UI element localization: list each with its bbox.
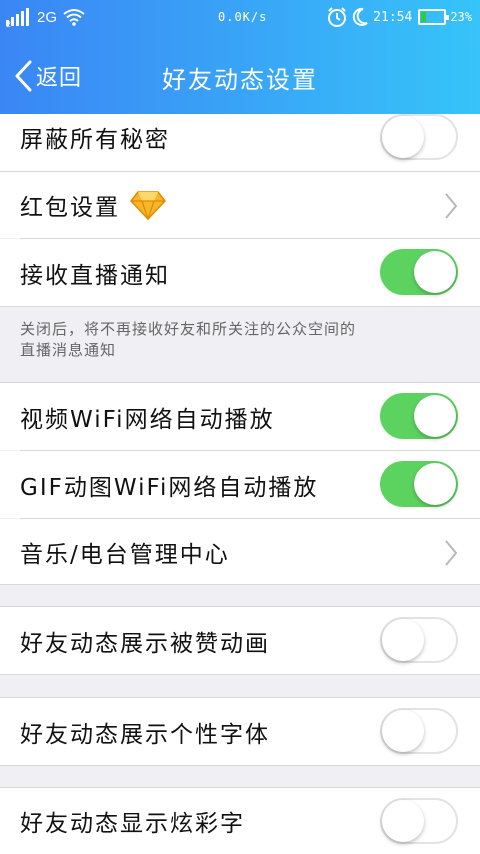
live-notify-toggle[interactable]	[380, 249, 458, 295]
setting-row-custom-font[interactable]: 好友动态展示个性字体	[0, 698, 480, 765]
divider	[0, 584, 480, 585]
divider	[0, 765, 480, 766]
sim-index: 2	[6, 20, 12, 29]
like-animation-toggle[interactable]	[380, 617, 458, 663]
chevron-right-icon	[445, 540, 458, 566]
note-line-1: 关闭后，将不再接收好友和所关注的公众空间的	[20, 320, 357, 338]
signal-icon: 2	[6, 8, 33, 29]
setting-label: 好友动态展示个性字体	[20, 721, 270, 748]
setting-label: 音乐/电台管理中心	[20, 541, 230, 568]
setting-label: 红包设置	[20, 195, 120, 221]
clock: 21:54	[373, 9, 413, 25]
setting-label: 视频WiFi网络自动播放	[20, 406, 275, 433]
wifi-icon	[63, 9, 85, 26]
battery-icon	[418, 9, 450, 25]
setting-row-hide-secrets[interactable]: 屏蔽所有秘密	[0, 114, 480, 171]
setting-row-red-packet[interactable]: 红包设置	[0, 172, 480, 238]
title-bar: 返回 好友动态设置	[0, 44, 480, 108]
setting-label: 接收直播通知	[20, 262, 170, 289]
setting-label: 好友动态展示被赞动画	[20, 630, 270, 657]
setting-label: 好友动态显示炫彩字	[20, 811, 245, 837]
video-autoplay-toggle[interactable]	[380, 393, 458, 439]
custom-font-toggle[interactable]	[380, 708, 458, 754]
setting-row-like-animation[interactable]: 好友动态展示被赞动画	[0, 607, 480, 674]
status-bar: 2 2G 0.0K/s 21:54 23%	[0, 0, 480, 36]
chevron-right-icon	[445, 193, 458, 219]
header: 2 2G 0.0K/s 21:54 23% 返回 好友动态设置	[0, 0, 480, 114]
moon-icon	[352, 7, 368, 26]
network-speed: 0.0K/s	[218, 10, 268, 24]
note-line-2: 直播消息通知	[20, 341, 117, 359]
status-right: 21:54 23%	[326, 6, 472, 28]
live-notify-note: 关闭后，将不再接收好友和所关注的公众空间的 直播消息通知	[0, 307, 480, 382]
page-title: 好友动态设置	[162, 66, 318, 94]
setting-label: 屏蔽所有秘密	[20, 126, 170, 153]
divider	[0, 674, 480, 675]
alarm-icon	[328, 7, 347, 27]
setting-row-gif-autoplay[interactable]: GIF动图WiFi网络自动播放	[0, 451, 480, 518]
network-type: 2G	[37, 8, 58, 26]
setting-row-video-autoplay[interactable]: 视频WiFi网络自动播放	[0, 383, 480, 450]
hide-secrets-toggle[interactable]	[380, 114, 458, 160]
gif-autoplay-toggle[interactable]	[380, 461, 458, 507]
setting-label: GIF动图WiFi网络自动播放	[20, 474, 319, 501]
setting-row-live-notify[interactable]: 接收直播通知	[0, 239, 480, 306]
battery-fill	[421, 12, 427, 22]
colorful-text-toggle[interactable]	[380, 798, 458, 844]
setting-row-colorful-text[interactable]: 好友动态显示炫彩字	[0, 788, 480, 854]
status-left: 2 2G	[6, 8, 85, 29]
setting-row-music-center[interactable]: 音乐/电台管理中心	[0, 519, 480, 584]
battery-percent: 23%	[450, 10, 472, 24]
diamond-icon	[130, 191, 166, 220]
